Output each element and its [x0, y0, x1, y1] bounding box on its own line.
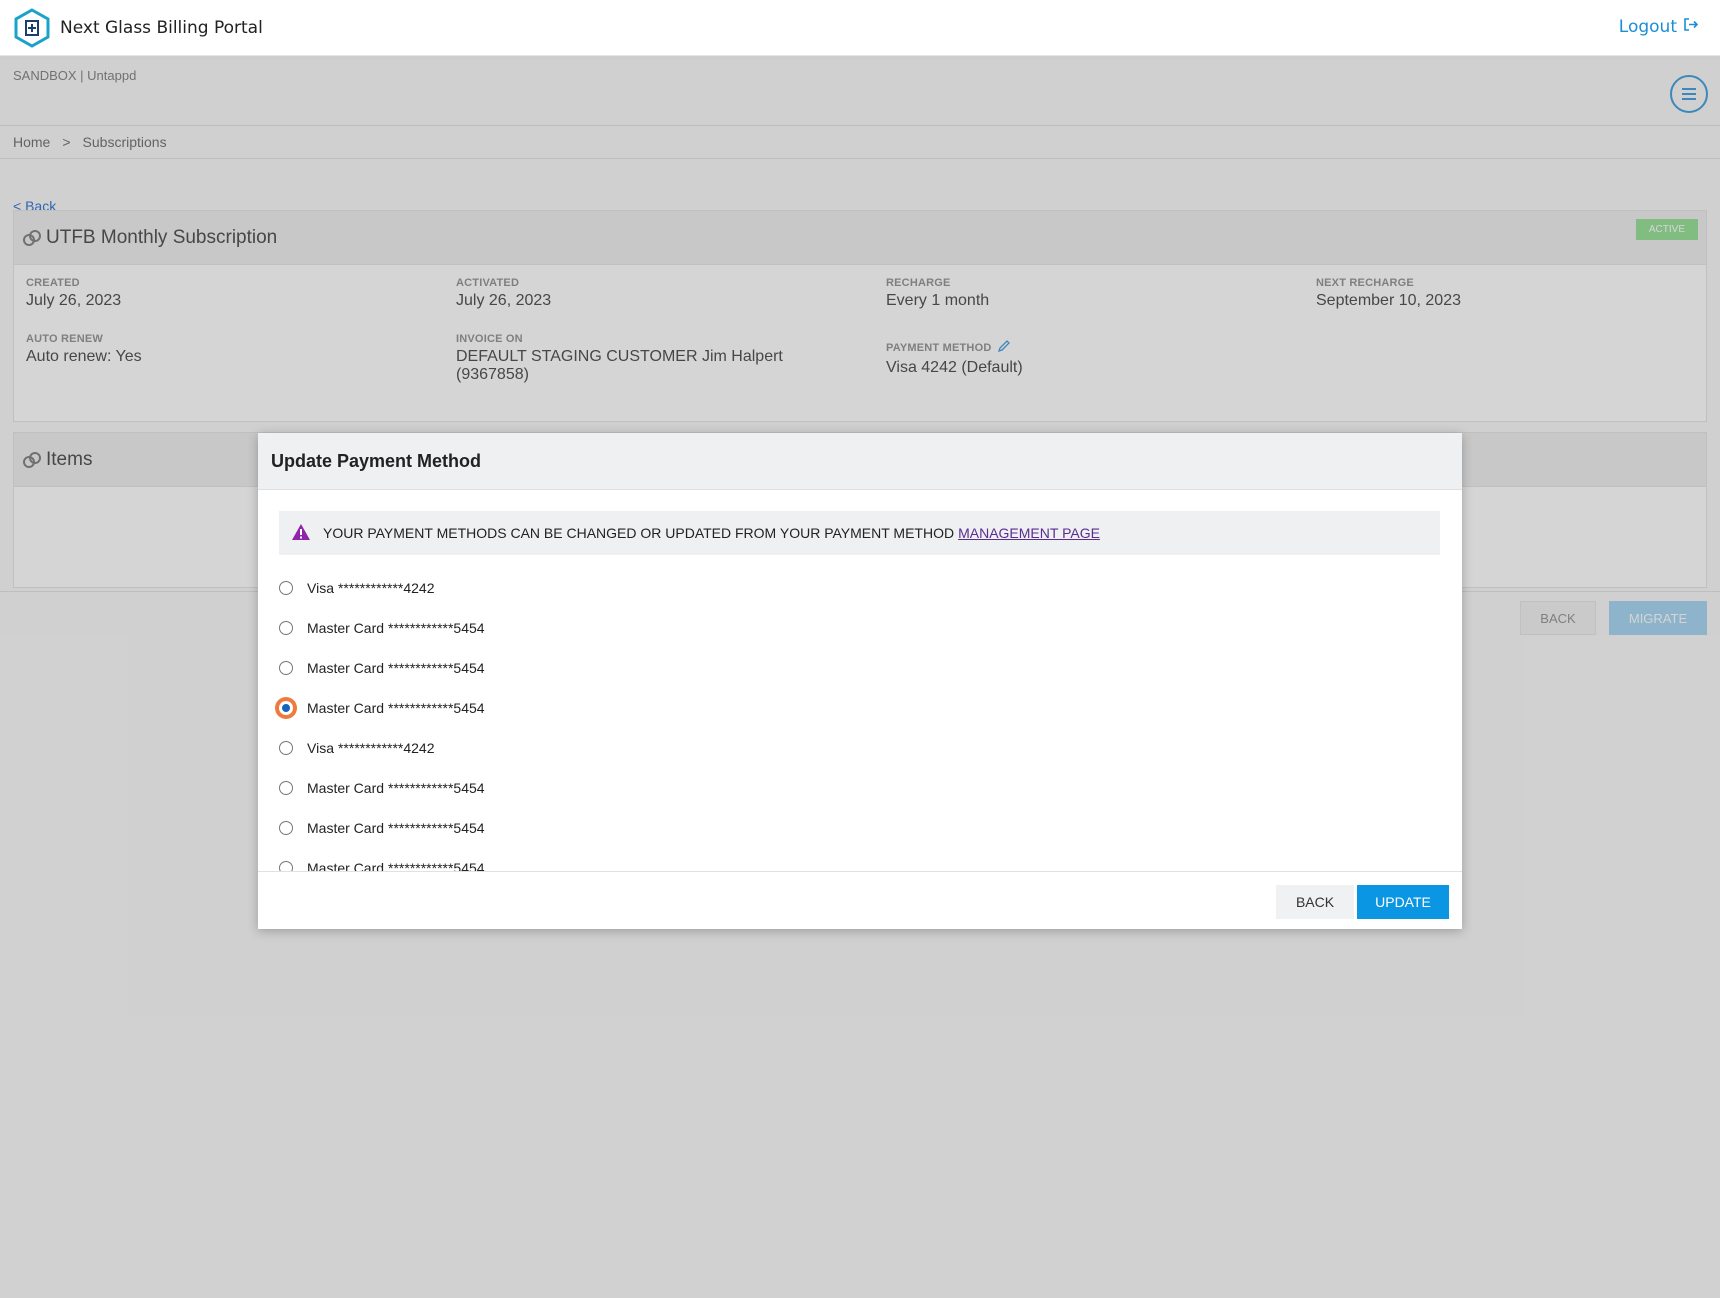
payment-method-option[interactable]: Visa ************4242: [279, 728, 1440, 768]
logout-button[interactable]: Logout: [1618, 17, 1699, 37]
payment-method-brand: Master Card: [307, 700, 385, 716]
payment-method-option[interactable]: Master Card ************5454: [279, 808, 1440, 848]
payment-method-radio[interactable]: [279, 661, 293, 675]
payment-method-option[interactable]: Master Card ************5454: [275, 688, 1440, 728]
payment-method-radio[interactable]: [279, 581, 293, 595]
modal-title: Update Payment Method: [258, 433, 1462, 490]
payment-method-option[interactable]: Master Card ************5454: [279, 768, 1440, 808]
modal-body: YOUR PAYMENT METHODS CAN BE CHANGED OR U…: [258, 490, 1462, 871]
payment-method-brand: Master Card: [307, 820, 385, 836]
portal-title: Next Glass Billing Portal: [60, 17, 263, 38]
payment-method-number: ************5454: [388, 700, 485, 716]
payment-method-radio[interactable]: [279, 781, 293, 795]
payment-method-brand: Visa: [307, 580, 334, 596]
modal-footer: BACK UPDATE: [258, 871, 1462, 929]
payment-method-brand: Master Card: [307, 620, 385, 636]
payment-method-radio[interactable]: [279, 621, 293, 635]
update-button[interactable]: UPDATE: [1357, 885, 1449, 919]
management-page-link[interactable]: MANAGEMENT PAGE: [958, 525, 1100, 541]
top-header: Next Glass Billing Portal Logout: [0, 0, 1720, 56]
logout-icon: [1683, 17, 1699, 37]
notice-text: YOUR PAYMENT METHODS CAN BE CHANGED OR U…: [323, 525, 955, 541]
payment-method-brand: Master Card: [307, 780, 385, 796]
update-payment-method-modal: Update Payment Method YOUR PAYMENT METHO…: [258, 433, 1462, 929]
payment-method-radio[interactable]: [279, 861, 293, 871]
payment-method-radio[interactable]: [279, 821, 293, 835]
payment-method-number: ************4242: [337, 580, 435, 596]
payment-method-option[interactable]: Master Card ************5454: [279, 848, 1440, 871]
payment-method-brand: Master Card: [307, 660, 385, 676]
payment-method-number: ************5454: [388, 860, 485, 871]
notice-banner: YOUR PAYMENT METHODS CAN BE CHANGED OR U…: [279, 511, 1440, 555]
payment-method-radio[interactable]: [279, 741, 293, 755]
payment-method-radio-selected[interactable]: [275, 697, 297, 719]
payment-method-list: Visa ************4242 Master Card *********…: [275, 568, 1440, 871]
payment-method-number: ************5454: [388, 780, 485, 796]
payment-method-option[interactable]: Visa ************4242: [279, 568, 1440, 608]
payment-method-option[interactable]: Master Card ************5454: [279, 648, 1440, 688]
logout-label: Logout: [1618, 17, 1677, 37]
payment-method-brand: Visa: [307, 740, 334, 756]
payment-method-option[interactable]: Master Card ************5454: [279, 608, 1440, 648]
payment-method-number: ************5454: [388, 660, 485, 676]
modal-back-button[interactable]: BACK: [1276, 885, 1354, 919]
payment-method-brand: Master Card: [307, 860, 385, 871]
payment-method-number: ************5454: [388, 620, 485, 636]
warning-icon: [291, 523, 311, 544]
payment-method-number: ************5454: [388, 820, 485, 836]
portal-logo-icon[interactable]: [14, 7, 50, 48]
payment-method-number: ************4242: [337, 740, 435, 756]
